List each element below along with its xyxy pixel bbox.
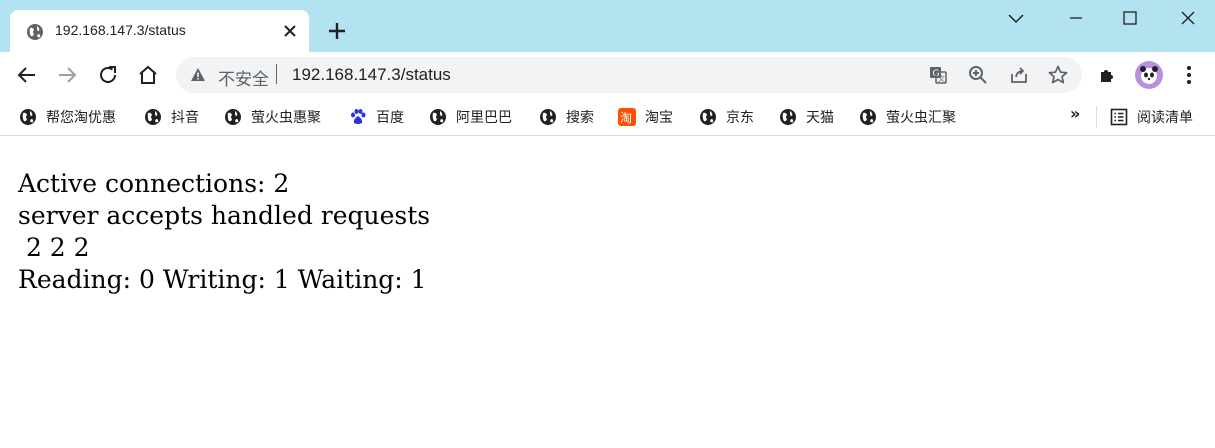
new-tab-icon[interactable] [326, 20, 348, 42]
bookmark-label: 天猫 [806, 110, 834, 126]
bookmark-label: 萤火虫惠聚 [251, 110, 321, 126]
bookmarks-divider [1096, 106, 1097, 128]
tab-search-chevron-icon[interactable] [1006, 8, 1026, 28]
close-tab-icon[interactable] [280, 21, 300, 41]
svg-text:淘: 淘 [620, 111, 632, 125]
globe-icon [145, 109, 161, 125]
bookmark-label: 阿里巴巴 [456, 110, 512, 126]
server-counts-line: 2 2 2 [18, 233, 90, 262]
omnibox-divider [276, 64, 277, 84]
tab-strip: 192.168.147.3/status [0, 0, 1215, 52]
forward-arrow-icon[interactable] [55, 63, 79, 87]
bookmarks-bar: 帮您淘优惠 抖音 萤火虫惠聚 百度 阿里巴巴 搜索 淘 淘宝 京东 天猫 萤火虫… [0, 98, 1215, 136]
reading-list-icon [1110, 108, 1128, 126]
bookmark-item[interactable]: 萤火虫惠聚 [224, 106, 321, 128]
bookmark-star-icon[interactable] [1047, 64, 1069, 86]
home-icon[interactable] [136, 63, 160, 87]
bookmark-label: 抖音 [171, 110, 199, 126]
bookmark-item[interactable]: 搜索 [539, 106, 594, 128]
bookmark-item[interactable]: 萤火虫汇聚 [859, 106, 956, 128]
bookmark-item[interactable]: 阿里巴巴 [429, 106, 512, 128]
server-header-line: server accepts handled requests [18, 201, 431, 230]
globe-icon [27, 24, 43, 40]
reload-icon[interactable] [96, 63, 120, 87]
bookmark-label: 搜索 [566, 110, 594, 126]
more-menu-icon[interactable] [1177, 63, 1201, 87]
bookmark-label: 帮您淘优惠 [46, 110, 116, 126]
zoom-icon[interactable] [967, 64, 989, 86]
security-label[interactable]: 不安全 [218, 65, 269, 90]
close-window-icon[interactable] [1178, 8, 1198, 28]
address-bar[interactable]: 不安全 192.168.147.3/status G 文 [176, 57, 1082, 93]
share-icon[interactable] [1008, 64, 1030, 86]
globe-icon [540, 109, 556, 125]
back-arrow-icon[interactable] [15, 63, 39, 87]
globe-icon [860, 109, 876, 125]
reading-list-button[interactable]: 阅读清单 [1110, 106, 1193, 128]
bookmark-item[interactable]: 抖音 [144, 106, 199, 128]
url-text[interactable]: 192.168.147.3/status [292, 65, 451, 85]
bookmark-label: 百度 [376, 110, 404, 126]
bookmark-label: 京东 [726, 110, 754, 126]
bookmark-item[interactable]: 淘 淘宝 [618, 106, 673, 128]
tab-title: 192.168.147.3/status [55, 22, 186, 38]
svg-text:文: 文 [938, 74, 945, 83]
extensions-puzzle-icon[interactable] [1096, 63, 1120, 87]
globe-icon [225, 109, 241, 125]
connection-states-line: Reading: 0 Writing: 1 Waiting: 1 [18, 265, 427, 294]
bookmark-item[interactable]: 天猫 [779, 106, 834, 128]
browser-tab[interactable]: 192.168.147.3/status [10, 10, 309, 52]
panda-avatar-icon [1140, 66, 1158, 84]
profile-avatar[interactable] [1135, 61, 1163, 89]
reading-list-label: 阅读清单 [1137, 110, 1193, 126]
translate-icon[interactable]: G 文 [927, 64, 949, 86]
globe-icon [700, 109, 716, 125]
bookmark-item[interactable]: 帮您淘优惠 [19, 106, 116, 128]
warning-icon[interactable] [190, 67, 206, 83]
bookmark-item[interactable]: 京东 [699, 106, 754, 128]
maximize-icon[interactable] [1120, 8, 1140, 28]
active-connections-line: Active connections: 2 [18, 169, 290, 198]
globe-icon [780, 109, 796, 125]
bookmark-label: 萤火虫汇聚 [886, 110, 956, 126]
bookmarks-overflow-button[interactable]: » [1070, 104, 1080, 123]
baidu-paw-icon [351, 109, 366, 124]
bookmark-item[interactable]: 百度 [349, 106, 404, 128]
taobao-icon: 淘 [618, 108, 636, 126]
browser-toolbar: 不安全 192.168.147.3/status G 文 [0, 52, 1215, 98]
bookmark-label: 淘宝 [645, 110, 673, 126]
minimize-icon[interactable] [1066, 8, 1086, 28]
globe-icon [20, 109, 36, 125]
nginx-status-output: Active connections: 2 server accepts hand… [18, 168, 430, 296]
globe-icon [430, 109, 446, 125]
